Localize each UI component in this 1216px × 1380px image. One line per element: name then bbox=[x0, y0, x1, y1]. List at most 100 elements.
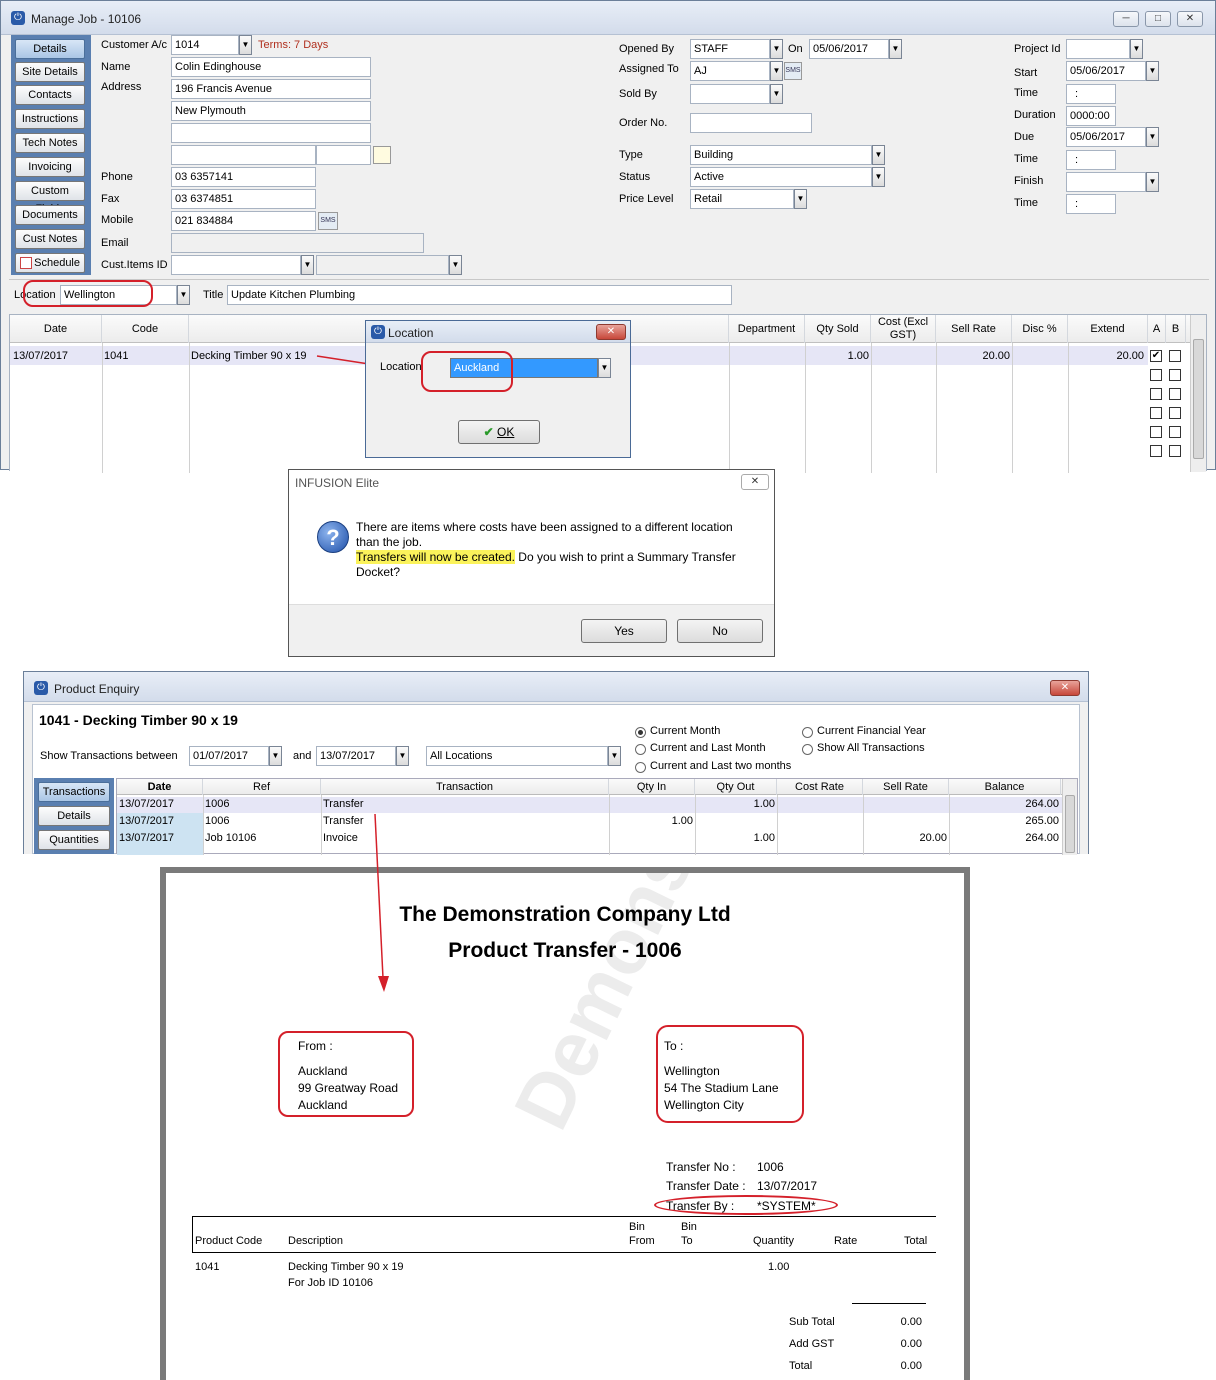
nav-details[interactable]: Details bbox=[15, 39, 85, 59]
finish-date-dropdown[interactable]: ▼ bbox=[1146, 172, 1159, 192]
assigned-to-dropdown[interactable]: ▼ bbox=[770, 61, 783, 81]
empty-a-checkbox[interactable] bbox=[1150, 445, 1162, 457]
radio-current-last[interactable] bbox=[635, 744, 646, 755]
from-date-field[interactable]: 01/07/2017 bbox=[189, 746, 269, 766]
no-button[interactable]: No bbox=[677, 619, 763, 643]
empty-b-checkbox[interactable] bbox=[1169, 426, 1181, 438]
due-date-field[interactable]: 05/06/2017 bbox=[1066, 127, 1146, 147]
start-date-field[interactable]: 05/06/2017 bbox=[1066, 61, 1146, 81]
empty-b-checkbox[interactable] bbox=[1169, 407, 1181, 419]
address-line4[interactable] bbox=[171, 145, 316, 165]
locations-dropdown[interactable]: ▼ bbox=[608, 746, 621, 766]
sms-icon-2[interactable]: SMS bbox=[784, 62, 802, 80]
tab-details[interactable]: Details bbox=[38, 806, 110, 826]
phone-field[interactable]: 03 6357141 bbox=[171, 167, 316, 187]
col-balance[interactable]: Balance bbox=[949, 779, 1061, 795]
minimize-button[interactable]: ─ bbox=[1113, 11, 1139, 27]
sold-by-dropdown[interactable]: ▼ bbox=[770, 84, 783, 104]
nav-tech-notes[interactable]: Tech Notes bbox=[15, 133, 85, 153]
header-a[interactable]: A bbox=[1148, 315, 1166, 343]
empty-b-checkbox[interactable] bbox=[1169, 388, 1181, 400]
name-field[interactable]: Colin Edinghouse bbox=[171, 57, 371, 77]
col-sell-rate[interactable]: Sell Rate bbox=[863, 779, 949, 795]
email-field[interactable] bbox=[171, 233, 424, 253]
project-id-dropdown[interactable]: ▼ bbox=[1130, 39, 1143, 59]
vertical-scrollbar[interactable] bbox=[1062, 779, 1077, 855]
start-date-dropdown[interactable]: ▼ bbox=[1146, 61, 1159, 81]
nav-contacts[interactable]: Contacts bbox=[15, 85, 85, 105]
nav-site-details[interactable]: Site Details bbox=[15, 62, 85, 82]
nav-custom-fields[interactable]: Custom Fields bbox=[15, 181, 85, 215]
yes-button[interactable]: Yes bbox=[581, 619, 667, 643]
header-sell-rate[interactable]: Sell Rate bbox=[936, 315, 1012, 343]
locations-select[interactable]: All Locations bbox=[426, 746, 608, 766]
header-qty-sold[interactable]: Qty Sold bbox=[805, 315, 871, 343]
nav-instructions[interactable]: Instructions bbox=[15, 109, 85, 129]
on-date-field[interactable]: 05/06/2017 bbox=[809, 39, 889, 59]
location-dropdown[interactable]: ▼ bbox=[177, 285, 190, 305]
address-line1[interactable]: 196 Francis Avenue bbox=[171, 79, 371, 99]
customer-field[interactable]: 1014 bbox=[171, 35, 239, 55]
empty-a-checkbox[interactable] bbox=[1150, 369, 1162, 381]
scroll-thumb[interactable] bbox=[1193, 339, 1204, 459]
tab-transactions[interactable]: Transactions bbox=[38, 782, 110, 802]
start-time-field[interactable]: : bbox=[1066, 84, 1116, 104]
cust-items-desc-dropdown[interactable]: ▼ bbox=[449, 255, 462, 275]
table-row[interactable] bbox=[117, 797, 1062, 813]
assigned-to-field[interactable]: AJ bbox=[690, 61, 770, 81]
due-time-field[interactable]: : bbox=[1066, 150, 1116, 170]
project-id-field[interactable] bbox=[1066, 39, 1130, 59]
price-level-dropdown[interactable]: ▼ bbox=[794, 189, 807, 209]
cust-items-desc[interactable] bbox=[316, 255, 449, 275]
nav-schedule[interactable]: Schedule bbox=[15, 253, 85, 273]
title-field[interactable]: Update Kitchen Plumbing bbox=[227, 285, 732, 305]
fax-field[interactable]: 03 6374851 bbox=[171, 189, 316, 209]
col-date[interactable]: Date bbox=[117, 779, 203, 795]
mobile-field[interactable]: 021 834884 bbox=[171, 211, 316, 231]
row-a-checkbox[interactable]: ✔ bbox=[1150, 350, 1162, 362]
location-dialog-dropdown[interactable]: ▼ bbox=[598, 358, 611, 378]
cust-items-dropdown[interactable]: ▼ bbox=[301, 255, 314, 275]
sold-by-field[interactable] bbox=[690, 84, 770, 104]
tab-quantities[interactable]: Quantities bbox=[38, 830, 110, 850]
empty-a-checkbox[interactable] bbox=[1150, 388, 1162, 400]
type-field[interactable]: Building bbox=[690, 145, 872, 165]
customer-dropdown[interactable]: ▼ bbox=[239, 35, 252, 55]
nav-cust-notes[interactable]: Cust Notes bbox=[15, 229, 85, 249]
col-cost-rate[interactable]: Cost Rate bbox=[777, 779, 863, 795]
header-disc[interactable]: Disc % bbox=[1012, 315, 1068, 343]
col-transaction[interactable]: Transaction bbox=[321, 779, 609, 795]
status-field[interactable]: Active bbox=[690, 167, 872, 187]
col-qty-out[interactable]: Qty Out bbox=[695, 779, 777, 795]
type-dropdown[interactable]: ▼ bbox=[872, 145, 885, 165]
opened-by-field[interactable]: STAFF bbox=[690, 39, 770, 59]
vertical-scrollbar[interactable] bbox=[1190, 315, 1206, 472]
finish-date-field[interactable] bbox=[1066, 172, 1146, 192]
close-button[interactable]: ✕ bbox=[596, 324, 626, 340]
price-level-field[interactable]: Retail bbox=[690, 189, 794, 209]
header-extend[interactable]: Extend bbox=[1068, 315, 1148, 343]
empty-b-checkbox[interactable] bbox=[1169, 369, 1181, 381]
duration-field[interactable]: 0000:00 bbox=[1066, 106, 1116, 126]
header-b[interactable]: B bbox=[1166, 315, 1186, 343]
empty-b-checkbox[interactable] bbox=[1169, 445, 1181, 457]
sms-icon[interactable]: SMS bbox=[318, 212, 338, 230]
radio-current-month[interactable] bbox=[635, 727, 646, 738]
empty-a-checkbox[interactable] bbox=[1150, 426, 1162, 438]
radio-all-transactions[interactable] bbox=[802, 744, 813, 755]
maximize-button[interactable]: □ bbox=[1145, 11, 1171, 27]
postcode-field[interactable] bbox=[316, 145, 371, 165]
address-line3[interactable] bbox=[171, 123, 371, 143]
close-button[interactable]: ✕ bbox=[741, 474, 769, 490]
map-icon[interactable] bbox=[373, 146, 391, 164]
nav-documents[interactable]: Documents bbox=[15, 205, 85, 225]
row-b-checkbox[interactable] bbox=[1169, 350, 1181, 362]
ok-button[interactable]: ✔ OK bbox=[458, 420, 540, 444]
close-button[interactable]: ✕ bbox=[1050, 680, 1080, 696]
radio-current-two[interactable] bbox=[635, 762, 646, 773]
nav-invoicing[interactable]: Invoicing bbox=[15, 157, 85, 177]
radio-financial-year[interactable] bbox=[802, 727, 813, 738]
header-cost[interactable]: Cost (Excl GST) bbox=[871, 315, 936, 343]
from-date-dropdown[interactable]: ▼ bbox=[269, 746, 282, 766]
header-code[interactable]: Code bbox=[102, 315, 189, 343]
